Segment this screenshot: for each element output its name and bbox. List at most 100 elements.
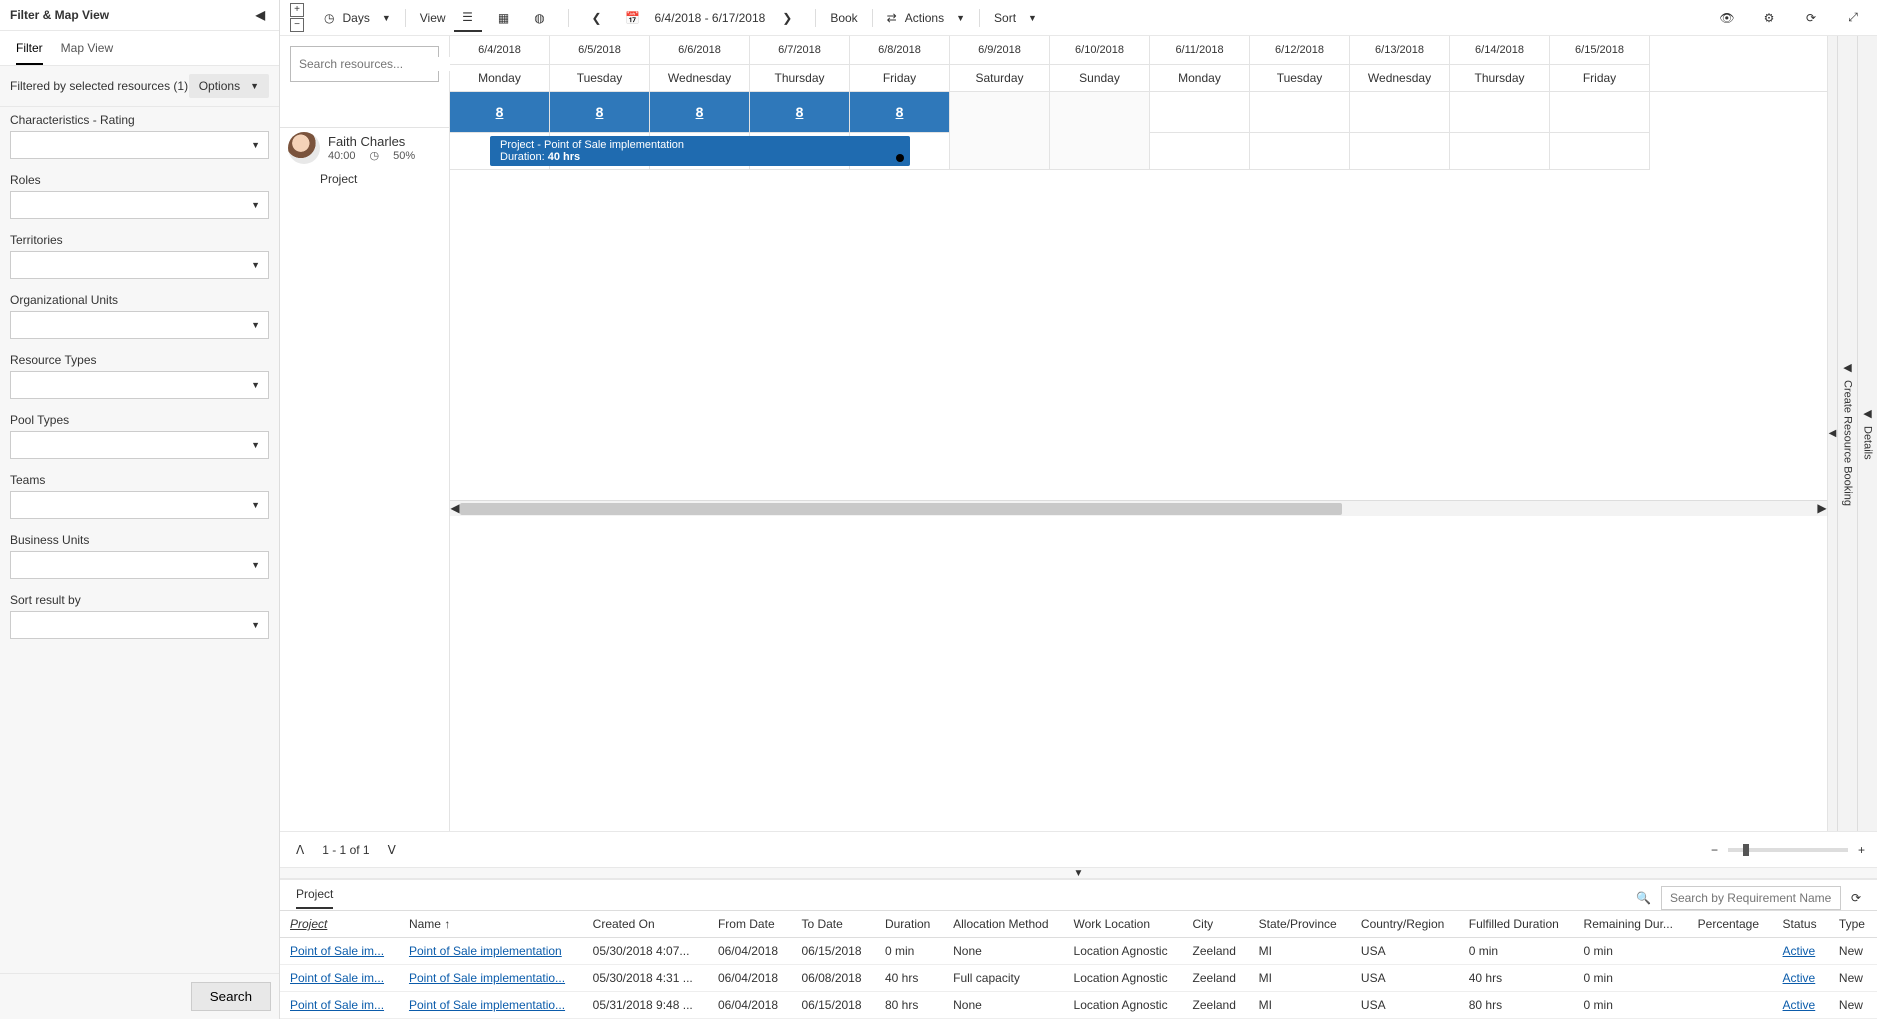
sort-dropdown[interactable]: Sort ▼ xyxy=(994,11,1037,25)
filter-select[interactable] xyxy=(10,191,269,219)
hours-cell[interactable]: 8 xyxy=(650,92,750,133)
tab-filter[interactable]: Filter xyxy=(16,41,43,65)
horizontal-scrollbar[interactable]: ◀ ▶ xyxy=(450,500,1827,516)
name-link[interactable]: Point of Sale implementation xyxy=(409,944,562,958)
resource-search-input[interactable] xyxy=(299,57,454,71)
status-link[interactable]: Active xyxy=(1783,971,1816,985)
project-link[interactable]: Point of Sale im... xyxy=(290,944,384,958)
expand-all-icon[interactable]: + xyxy=(290,3,304,17)
page-next-icon[interactable]: ᐯ xyxy=(384,841,400,859)
hours-cell[interactable]: 8 xyxy=(550,92,650,133)
clock-icon: ◷ xyxy=(370,149,380,162)
chevron-down-icon: ▼ xyxy=(1028,13,1037,23)
name-link[interactable]: Point of Sale implementatio... xyxy=(409,998,565,1012)
table-row[interactable]: Point of Sale im... Point of Sale implem… xyxy=(280,992,1877,1019)
panel-resize-handle[interactable]: ▼ xyxy=(1074,868,1084,878)
empty-cell xyxy=(1150,92,1250,133)
dow-header: Friday xyxy=(1550,65,1649,91)
project-link[interactable]: Point of Sale im... xyxy=(290,998,384,1012)
filter-label: Teams xyxy=(10,473,269,487)
avatar xyxy=(288,132,320,164)
date-header: 6/7/2018 xyxy=(750,36,849,65)
collapse-booking-panel[interactable]: ◀ xyxy=(1827,36,1837,831)
column-header[interactable]: State/Province xyxy=(1249,911,1351,938)
options-dropdown[interactable]: Options ▼ xyxy=(189,74,269,98)
page-prev-icon[interactable]: ᐱ xyxy=(292,841,308,859)
resource-child[interactable]: Project xyxy=(280,168,449,190)
chevron-down-icon: ▼ xyxy=(250,81,259,91)
prev-range-icon[interactable]: ❮ xyxy=(583,4,611,32)
next-range-icon[interactable]: ❯ xyxy=(773,4,801,32)
hours-cell[interactable]: 8 xyxy=(850,92,950,133)
zoom-out-icon[interactable]: − xyxy=(1711,843,1718,857)
dow-header: Friday xyxy=(850,65,949,91)
column-header[interactable]: Name ↑ xyxy=(399,911,583,938)
column-header[interactable]: Type xyxy=(1829,911,1877,938)
view-list-icon[interactable]: ☰ xyxy=(454,4,482,32)
filter-select[interactable] xyxy=(10,491,269,519)
tab-map-view[interactable]: Map View xyxy=(61,41,113,65)
time-scale-dropdown[interactable]: ◷ Days ▼ xyxy=(324,11,391,25)
column-header[interactable]: Percentage xyxy=(1688,911,1773,938)
requirement-search-input[interactable] xyxy=(1661,886,1841,910)
filter-label: Territories xyxy=(10,233,269,247)
booking-duration-value: 40 hrs xyxy=(548,151,580,163)
resource-row[interactable]: Faith Charles 40:00 ◷ 50% xyxy=(280,128,449,168)
name-link[interactable]: Point of Sale implementatio... xyxy=(409,971,565,985)
create-resource-booking-tab[interactable]: ◀ Create Resource Booking xyxy=(1837,36,1857,831)
zoom-in-icon[interactable]: + xyxy=(1858,843,1865,857)
refresh-icon[interactable]: ⟳ xyxy=(1851,891,1861,905)
status-link[interactable]: Active xyxy=(1783,944,1816,958)
column-header[interactable]: Allocation Method xyxy=(943,911,1063,938)
column-header[interactable]: Work Location xyxy=(1064,911,1183,938)
tab-project-requirements[interactable]: Project xyxy=(296,887,333,909)
book-button[interactable]: Book xyxy=(830,11,857,25)
table-row[interactable]: Point of Sale im... Point of Sale implem… xyxy=(280,965,1877,992)
filter-select[interactable] xyxy=(10,611,269,639)
date-range[interactable]: 6/4/2018 - 6/17/2018 xyxy=(655,11,766,25)
column-header[interactable]: Fulfilled Duration xyxy=(1459,911,1574,938)
empty-cell xyxy=(1350,92,1450,133)
column-header[interactable]: City xyxy=(1183,911,1249,938)
filter-status: Filtered by selected resources (1) xyxy=(10,79,188,93)
dow-header: Wednesday xyxy=(650,65,749,91)
actions-dropdown[interactable]: ⇄ Actions ▼ xyxy=(887,11,965,25)
dow-header: Sunday xyxy=(1050,65,1149,91)
gear-icon[interactable]: ⚙ xyxy=(1755,4,1783,32)
hours-cell[interactable]: 8 xyxy=(450,92,550,133)
swap-icon: ⇄ xyxy=(887,11,897,25)
empty-cell xyxy=(1250,92,1350,133)
eye-icon[interactable]: 👁 xyxy=(1713,4,1741,32)
filter-select[interactable] xyxy=(10,251,269,279)
fullscreen-icon[interactable]: ⤢ xyxy=(1839,4,1867,32)
column-header[interactable]: Created On xyxy=(583,911,708,938)
filter-select[interactable] xyxy=(10,371,269,399)
filter-select[interactable] xyxy=(10,311,269,339)
collapse-left-icon[interactable]: ◀ xyxy=(252,6,269,24)
column-header[interactable]: Project xyxy=(280,911,399,938)
refresh-icon[interactable]: ⟳ xyxy=(1797,4,1825,32)
column-header[interactable]: To Date xyxy=(791,911,875,938)
filter-select[interactable] xyxy=(10,551,269,579)
status-link[interactable]: Active xyxy=(1783,998,1816,1012)
zoom-slider[interactable] xyxy=(1728,848,1848,852)
view-grid-icon[interactable]: ▦ xyxy=(490,4,518,32)
column-header[interactable]: Country/Region xyxy=(1351,911,1459,938)
column-header[interactable]: From Date xyxy=(708,911,792,938)
project-link[interactable]: Point of Sale im... xyxy=(290,971,384,985)
booking-block[interactable]: Project - Point of Sale implementation D… xyxy=(490,136,910,166)
details-tab[interactable]: ◀ Details xyxy=(1857,36,1877,831)
filter-select[interactable] xyxy=(10,131,269,159)
column-header[interactable]: Status xyxy=(1773,911,1829,938)
calendar-icon[interactable]: 📅 xyxy=(619,4,647,32)
search-icon[interactable]: 🔍 xyxy=(1636,891,1651,905)
column-header[interactable]: Duration xyxy=(875,911,943,938)
view-globe-icon[interactable]: ◍ xyxy=(526,4,554,32)
search-button[interactable]: Search xyxy=(191,982,271,1011)
collapse-all-icon[interactable]: − xyxy=(290,18,304,32)
filter-select[interactable] xyxy=(10,431,269,459)
table-row[interactable]: Point of Sale im... Point of Sale implem… xyxy=(280,938,1877,965)
column-header[interactable]: Remaining Dur... xyxy=(1574,911,1688,938)
date-header: 6/10/2018 xyxy=(1050,36,1149,65)
hours-cell[interactable]: 8 xyxy=(750,92,850,133)
